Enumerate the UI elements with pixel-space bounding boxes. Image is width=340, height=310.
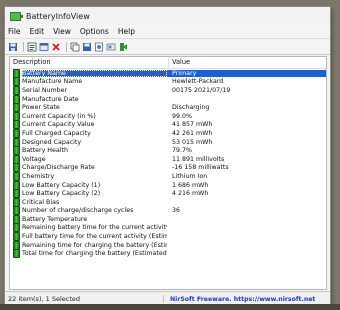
- row-value: 53 015 mWh: [172, 138, 213, 146]
- row-description: Low Battery Capacity (2): [22, 190, 101, 198]
- battery-info-list[interactable]: Description Value Battery Name Primary Man…: [9, 56, 327, 290]
- battery-icon: [13, 128, 20, 138]
- properties-icon[interactable]: [27, 42, 37, 52]
- toolbar: [5, 38, 330, 55]
- row-description: Low Battery Capacity (1): [22, 181, 101, 189]
- row-description: Battery Health: [22, 147, 68, 155]
- list-item[interactable]: Voltage 11 891 millivolts: [10, 154, 326, 164]
- battery-icon: [13, 103, 20, 113]
- row-description: Serial Number: [22, 86, 68, 94]
- row-description: Power State: [22, 104, 60, 112]
- menu-help[interactable]: Help: [118, 27, 135, 36]
- list-item[interactable]: Critical Bias: [10, 197, 326, 207]
- row-description: Manufacture Name: [22, 78, 83, 86]
- list-item[interactable]: Total time for charging the battery (Est…: [10, 249, 326, 259]
- list-item[interactable]: Full battery time for the current activi…: [10, 232, 326, 242]
- row-value: 36: [172, 207, 181, 215]
- refresh-icon[interactable]: [39, 42, 49, 52]
- html-report-icon[interactable]: [94, 42, 104, 52]
- row-description: Critical Bias: [22, 198, 60, 206]
- exit-icon[interactable]: [118, 42, 128, 52]
- row-value: 41 857 mWh: [172, 121, 213, 129]
- list-item[interactable]: Current Capacity Value 41 857 mWh: [10, 120, 326, 130]
- list-item[interactable]: Remaining battery time for the current a…: [10, 223, 326, 233]
- list-item[interactable]: Battery Name Primary: [10, 68, 326, 78]
- list-item[interactable]: Manufacture Name Hewlett-Packard: [10, 77, 326, 87]
- menu-file[interactable]: File: [8, 27, 21, 36]
- battery-icon: [13, 249, 20, 259]
- nirsoft-link[interactable]: NirSoft Freeware. https://www.nirsoft.ne…: [164, 296, 315, 303]
- row-value: Discharging: [172, 104, 210, 112]
- row-description: Current Capacity Value: [22, 121, 95, 129]
- save-icon[interactable]: [8, 42, 18, 52]
- list-item[interactable]: Current Capacity (in %) 99.0%: [10, 111, 326, 121]
- row-value: 11 891 millivolts: [172, 155, 225, 163]
- list-item[interactable]: Designed Capacity 53 015 mWh: [10, 137, 326, 147]
- status-item-count: 22 item(s), 1 Selected: [5, 295, 164, 303]
- battery-icon: [13, 206, 20, 216]
- title-bar[interactable]: BatteryInfoView: [5, 7, 330, 25]
- row-value: -16 158 milliwatts: [172, 164, 229, 172]
- menu-view[interactable]: View: [53, 27, 71, 36]
- copy-icon[interactable]: [70, 42, 80, 52]
- row-description: Number of charge/discharge cycles: [22, 207, 134, 215]
- list-item[interactable]: Remaining time for charging the battery …: [10, 240, 326, 250]
- row-description: Remaining time for charging the battery …: [22, 241, 167, 249]
- about-icon[interactable]: [106, 42, 116, 52]
- list-item[interactable]: Full Charged Capacity 42 261 mWh: [10, 128, 326, 138]
- list-item[interactable]: Battery Health 79.7%: [10, 146, 326, 156]
- row-description: Battery Name: [22, 69, 167, 77]
- menu-bar: File Edit View Options Help: [5, 25, 330, 38]
- list-item[interactable]: Charge/Discharge Rate -16 158 milliwatts: [10, 163, 326, 173]
- row-value: 42 261 mWh: [172, 129, 213, 137]
- list-item[interactable]: Battery Temperature: [10, 214, 326, 224]
- row-value: Lithium Ion: [172, 172, 208, 180]
- list-item[interactable]: Chemistry Lithium Ion: [10, 171, 326, 181]
- delete-icon[interactable]: [51, 42, 61, 52]
- row-description: Manufacture Date: [22, 95, 79, 103]
- row-description: Charge/Discharge Rate: [22, 164, 95, 172]
- battery-icon: [13, 232, 20, 242]
- list-item[interactable]: Serial Number 00175 2021/07/19: [10, 85, 326, 95]
- menu-edit[interactable]: Edit: [30, 27, 45, 36]
- window-title: BatteryInfoView: [26, 11, 90, 21]
- row-value: 00175 2021/07/19: [172, 86, 231, 94]
- battery-icon: [13, 146, 20, 156]
- list-rows: Battery Name Primary Manufacture Name Hewle…: [10, 68, 326, 259]
- row-description: Designed Capacity: [22, 138, 82, 146]
- list-item[interactable]: Power State Discharging: [10, 103, 326, 113]
- row-value: Primary: [167, 69, 326, 77]
- column-header-description[interactable]: Description: [10, 57, 169, 68]
- app-window: BatteryInfoView File Edit View Options H…: [4, 6, 331, 306]
- row-description: Total time for charging the battery (Est…: [22, 250, 167, 258]
- row-description: Full battery time for the current activi…: [22, 233, 167, 241]
- row-value: Hewlett-Packard: [172, 78, 224, 86]
- column-header-value[interactable]: Value: [169, 57, 326, 68]
- battery-icon: [13, 85, 20, 95]
- row-value: 79.7%: [172, 147, 193, 155]
- row-description: Chemistry: [22, 172, 55, 180]
- battery-icon: [13, 189, 20, 199]
- list-header: Description Value: [10, 57, 326, 69]
- row-description: Remaining battery time for the current a…: [22, 224, 167, 232]
- row-description: Voltage: [22, 155, 46, 163]
- save-select-icon[interactable]: [82, 42, 92, 52]
- row-description: Current Capacity (in %): [22, 112, 96, 120]
- battery-icon: [13, 171, 20, 181]
- toolbar-separator: [23, 41, 24, 52]
- toolbar-separator: [66, 41, 67, 52]
- row-value: 1 686 mWh: [172, 181, 209, 189]
- list-item[interactable]: Manufacture Date: [10, 94, 326, 104]
- background-strip: [0, 304, 340, 310]
- row-description: Battery Temperature: [22, 215, 88, 223]
- battery-icon: [13, 163, 20, 173]
- row-value: 99.0%: [172, 112, 193, 120]
- list-item[interactable]: Low Battery Capacity (2) 4 216 mWh: [10, 189, 326, 199]
- battery-app-icon: [10, 11, 23, 21]
- list-item[interactable]: Low Battery Capacity (1) 1 686 mWh: [10, 180, 326, 190]
- list-item[interactable]: Number of charge/discharge cycles 36: [10, 206, 326, 216]
- row-value: 4 216 mWh: [172, 190, 209, 198]
- menu-options[interactable]: Options: [80, 27, 109, 36]
- row-description: Full Charged Capacity: [22, 129, 91, 137]
